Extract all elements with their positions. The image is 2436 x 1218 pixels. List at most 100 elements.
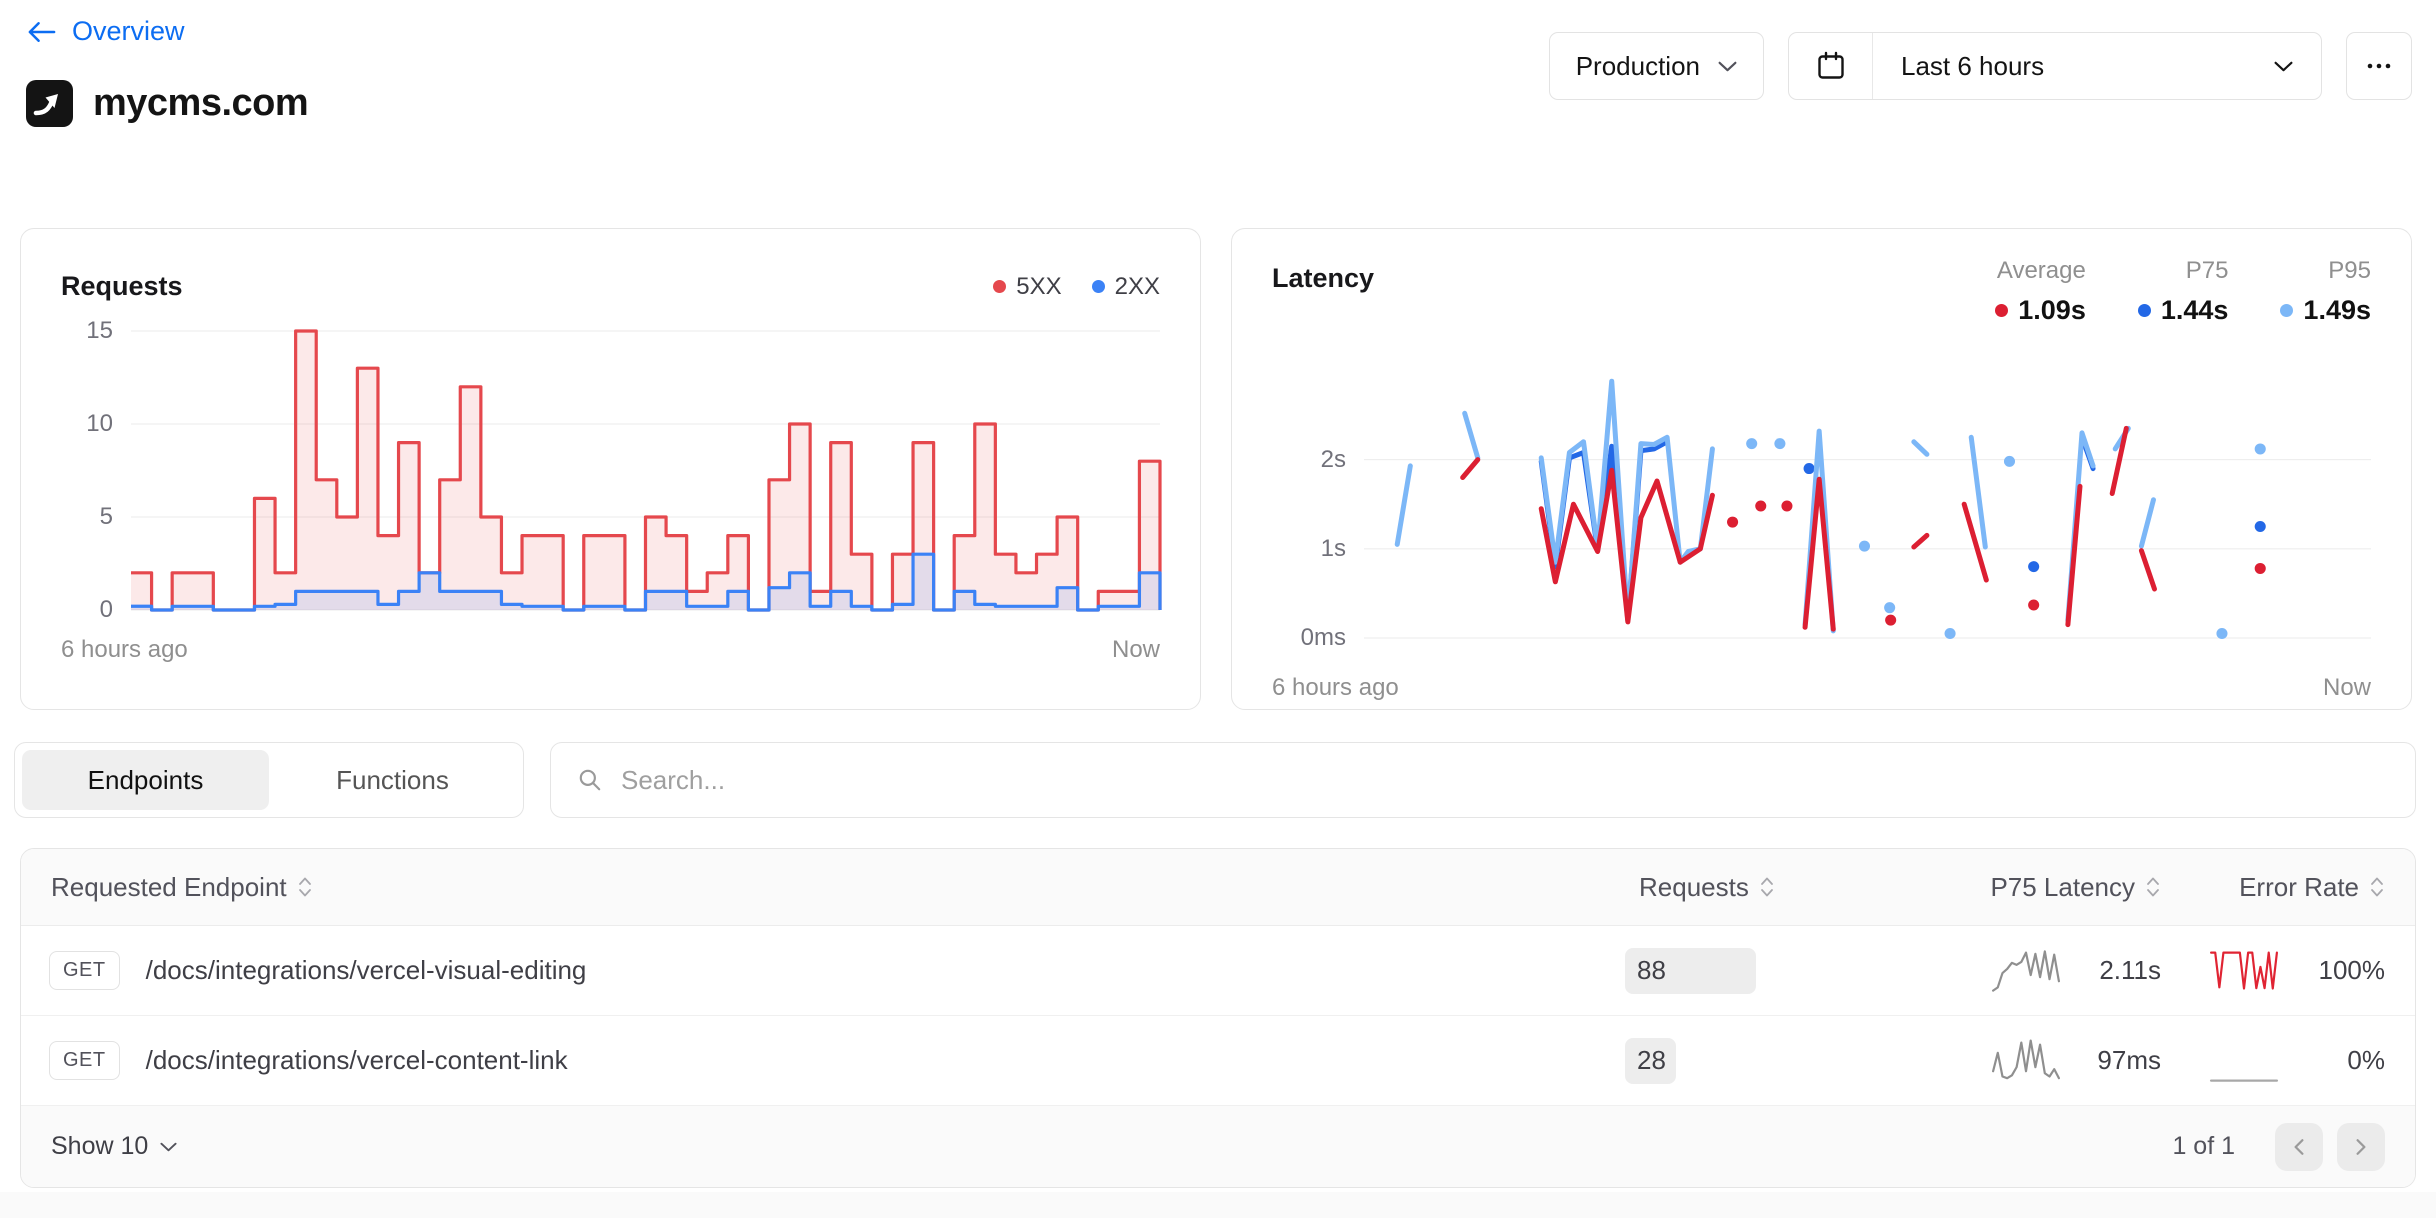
requests-card: Requests 5XX 2XX 051015 6 hours ago Now (20, 228, 1201, 710)
legend-item-5xx: 5XX (993, 273, 1061, 301)
column-header-requests[interactable]: Requests (1625, 872, 1957, 903)
environment-select[interactable]: Production (1549, 32, 1764, 100)
requests-chart-svg (131, 310, 1160, 620)
back-link-overview[interactable]: Overview (26, 16, 185, 47)
x-axis-start-label: 6 hours ago (61, 636, 188, 664)
next-page-button[interactable] (2337, 1123, 2385, 1171)
latency-stat-p95: P95 1.49s (2280, 257, 2371, 326)
chevron-down-icon (2274, 61, 2293, 72)
requests-count-bar: 28 (1625, 1038, 1676, 1084)
requests-cell: 28 (1625, 1038, 1957, 1084)
p75-latency-cell: 97ms (1957, 1035, 2175, 1087)
error-rate-sparkline (2209, 1035, 2279, 1087)
arrow-left-icon (26, 18, 57, 46)
endpoints-table: Requested Endpoint Requests P75 Latency … (20, 848, 2416, 1188)
table-row[interactable]: GET /docs/integrations/vercel-visual-edi… (21, 926, 2415, 1016)
endpoint-cell: GET /docs/integrations/vercel-content-li… (21, 1041, 1625, 1080)
project-logo-icon (26, 80, 73, 127)
time-range-value-area: Last 6 hours (1873, 51, 2321, 82)
column-header-p75-latency[interactable]: P75 Latency (1957, 872, 2175, 903)
column-header-label: Error Rate (2239, 872, 2359, 903)
calendar-button[interactable] (1789, 33, 1873, 99)
project-title-row: mycms.com (26, 80, 308, 127)
column-header-label: Requested Endpoint (51, 872, 287, 903)
table-footer: Show 10 1 of 1 (21, 1106, 2415, 1187)
back-link-label: Overview (72, 16, 185, 47)
stat-label: P75 (2186, 257, 2229, 285)
search-input[interactable] (621, 765, 2389, 796)
error-rate-cell: 100% (2175, 945, 2415, 997)
http-method-badge: GET (49, 951, 120, 990)
legend-item-2xx: 2XX (1092, 273, 1160, 301)
chevron-right-icon (2355, 1138, 2367, 1156)
time-range-select[interactable]: Last 6 hours (1788, 32, 2322, 100)
requests-chart-plot[interactable] (131, 310, 1160, 620)
endpoint-cell: GET /docs/integrations/vercel-visual-edi… (21, 951, 1625, 990)
pagination-info: 1 of 1 (2172, 1132, 2235, 1161)
latency-y-axis: 0ms1s2s (1272, 348, 1364, 658)
ellipsis-icon (2364, 51, 2394, 81)
latency-sparkline (1991, 1035, 2061, 1087)
latency-chart-svg (1364, 348, 2371, 658)
table-row[interactable]: GET /docs/integrations/vercel-content-li… (21, 1016, 2415, 1106)
environment-select-value: Production (1576, 51, 1700, 82)
stat-value: 1.09s (2018, 295, 2086, 326)
page-size-select[interactable]: Show 10 (51, 1132, 177, 1161)
search-box[interactable] (550, 742, 2416, 818)
p75-latency-value: 97ms (2075, 1045, 2161, 1076)
legend-label-5xx: 5XX (1016, 273, 1061, 301)
tab-endpoints[interactable]: Endpoints (22, 750, 269, 810)
stat-value: 1.49s (2303, 295, 2371, 326)
requests-legend: 5XX 2XX (993, 273, 1160, 301)
stat-dot-average (1995, 304, 2008, 317)
page-title: mycms.com (93, 82, 308, 125)
requests-count-bar: 88 (1625, 948, 1756, 994)
column-header-label: Requests (1639, 872, 1749, 903)
error-rate-sparkline (2209, 945, 2279, 997)
sort-icon (1759, 874, 1775, 900)
stat-value: 1.44s (2161, 295, 2229, 326)
error-rate-value: 0% (2295, 1045, 2385, 1076)
legend-dot-5xx (993, 280, 1006, 293)
sort-icon (2145, 874, 2161, 900)
endpoint-path: /docs/integrations/vercel-content-link (146, 1045, 568, 1076)
requests-y-axis: 051015 (61, 310, 131, 620)
x-axis-end-label: Now (1112, 636, 1160, 664)
latency-chart-plot[interactable] (1364, 348, 2371, 658)
view-tabs: Endpoints Functions (14, 742, 524, 818)
requests-x-axis: 6 hours ago Now (61, 636, 1160, 664)
table-header-row: Requested Endpoint Requests P75 Latency … (21, 849, 2415, 926)
more-options-button[interactable] (2346, 32, 2412, 100)
requests-card-title: Requests (61, 271, 183, 302)
requests-count: 88 (1637, 955, 1666, 986)
stat-label: Average (1997, 257, 2086, 285)
chevron-left-icon (2293, 1138, 2305, 1156)
latency-x-axis: 6 hours ago Now (1272, 674, 2371, 702)
chevron-down-icon (1718, 61, 1737, 72)
error-rate-value: 100% (2295, 955, 2385, 986)
calendar-icon (1815, 50, 1847, 82)
sort-icon (2369, 874, 2385, 900)
previous-page-button[interactable] (2275, 1123, 2323, 1171)
page-size-label: Show 10 (51, 1132, 148, 1161)
legend-dot-2xx (1092, 280, 1105, 293)
latency-sparkline (1991, 945, 2061, 997)
latency-card: Latency Average 1.09s P75 1.44s P95 1.49… (1231, 228, 2412, 710)
column-header-requested-endpoint[interactable]: Requested Endpoint (21, 872, 1625, 903)
header-controls: Production Last 6 hours (1549, 32, 2412, 100)
endpoint-path: /docs/integrations/vercel-visual-editing (146, 955, 587, 986)
column-header-error-rate[interactable]: Error Rate (2175, 872, 2415, 903)
chevron-down-icon (160, 1142, 177, 1152)
latency-stat-average: Average 1.09s (1995, 257, 2086, 326)
stat-dot-p95 (2280, 304, 2293, 317)
latency-stats: Average 1.09s P75 1.44s P95 1.49s (1995, 257, 2371, 326)
column-header-label: P75 Latency (1990, 872, 2135, 903)
requests-cell: 88 (1625, 948, 1957, 994)
legend-label-2xx: 2XX (1115, 273, 1160, 301)
stat-label: P95 (2328, 257, 2371, 285)
requests-count: 28 (1637, 1045, 1666, 1076)
sort-icon (297, 874, 313, 900)
tab-functions[interactable]: Functions (269, 750, 516, 810)
p75-latency-cell: 2.11s (1957, 945, 2175, 997)
http-method-badge: GET (49, 1041, 120, 1080)
